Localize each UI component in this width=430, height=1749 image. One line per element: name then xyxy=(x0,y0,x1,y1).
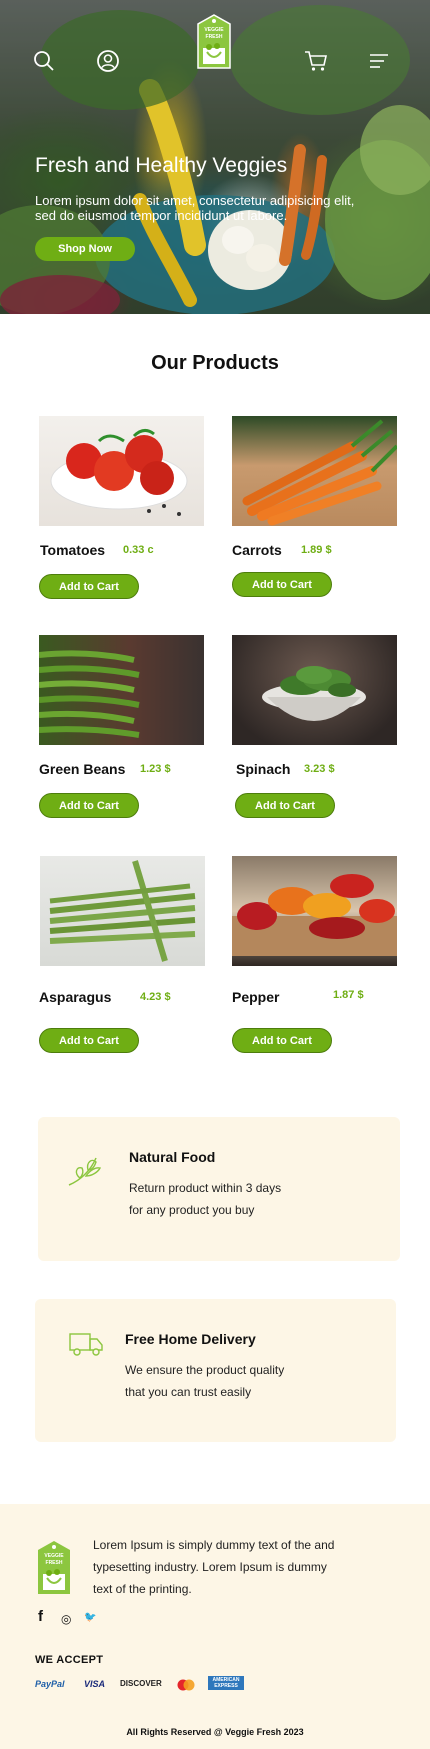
user-icon[interactable] xyxy=(93,46,123,76)
shop-now-button[interactable]: Shop Now xyxy=(35,237,135,261)
veggie-fresh-logo[interactable]: VEGGIE FRESH xyxy=(195,14,233,70)
twitter-icon[interactable]: 🐦 xyxy=(84,1612,96,1623)
pepper-image xyxy=(232,856,397,966)
feature-text-line1: Return product within 3 days xyxy=(129,1181,282,1195)
feature-title: Free Home Delivery xyxy=(125,1331,256,1347)
product-price: 4.23 $ xyxy=(140,991,171,1003)
product-price: 1.87 $ xyxy=(333,989,364,1001)
menu-icon[interactable] xyxy=(364,46,394,76)
cart-icon[interactable] xyxy=(301,46,331,76)
footer: VEGGIE FRESH Lorem Ipsum is simply dummy… xyxy=(0,1504,430,1749)
products-section-title: Our Products xyxy=(151,352,279,374)
feature-title: Natural Food xyxy=(129,1149,216,1165)
feature-card-free-delivery: Free Home Delivery We ensure the product… xyxy=(35,1299,396,1442)
product-price: 3.23 $ xyxy=(304,763,335,775)
product-name: Green Beans xyxy=(39,761,126,777)
product-price: 1.23 $ xyxy=(140,763,171,775)
asparagus-image xyxy=(40,856,205,966)
add-to-cart-button[interactable]: Add to Cart xyxy=(232,1028,332,1053)
delivery-truck-icon xyxy=(68,1329,104,1364)
search-icon[interactable] xyxy=(29,46,59,76)
logo-text-line1: VEGGIE xyxy=(204,27,224,33)
tomatoes-image xyxy=(39,416,204,526)
visa-logo: VISA xyxy=(84,1679,106,1689)
logo-text-line2: FRESH xyxy=(205,34,223,40)
footer-description: Lorem Ipsum is simply dummy text of the … xyxy=(93,1538,335,1596)
feature-text-line2: for any product you buy xyxy=(129,1203,255,1217)
instagram-icon[interactable]: ◎ xyxy=(61,1612,71,1626)
green-beans-image xyxy=(39,635,204,745)
leaf-icon xyxy=(66,1150,106,1195)
add-to-cart-button[interactable]: Add to Cart xyxy=(232,572,332,597)
amex-logo: AMERICAN EXPRESS xyxy=(208,1676,244,1690)
add-to-cart-button[interactable]: Add to Cart xyxy=(235,793,335,818)
hero-description: Lorem ipsum dolor sit amet, consectetur … xyxy=(35,193,355,223)
product-price: 1.89 $ xyxy=(301,544,332,556)
footer-logo[interactable]: VEGGIE FRESH xyxy=(35,1540,73,1596)
footer-logo-text-line2: FRESH xyxy=(45,1560,63,1566)
product-name: Carrots xyxy=(232,542,282,558)
product-price: 0.33 c xyxy=(123,544,154,556)
carrots-image xyxy=(232,416,397,526)
copyright-text: All Rights Reserved @ Veggie Fresh 2023 xyxy=(126,1727,304,1737)
facebook-icon[interactable]: f xyxy=(38,1608,43,1625)
add-to-cart-button[interactable]: Add to Cart xyxy=(39,574,139,599)
paypal-logo: PayPal xyxy=(35,1679,65,1689)
feature-card-natural-food: Natural Food Return product within 3 day… xyxy=(38,1117,400,1261)
add-to-cart-button[interactable]: Add to Cart xyxy=(39,793,139,818)
hero-banner: VEGGIE FRESH Fresh and Healthy Veggies L… xyxy=(0,0,430,314)
feature-text-line1: We ensure the product quality xyxy=(125,1363,285,1377)
spinach-image xyxy=(232,635,397,745)
hero-title: Fresh and Healthy Veggies xyxy=(35,154,288,177)
product-name: Spinach xyxy=(236,761,291,777)
discover-logo: DISCOVER xyxy=(120,1679,162,1688)
add-to-cart-button[interactable]: Add to Cart xyxy=(39,1028,139,1053)
we-accept-label: WE ACCEPT xyxy=(35,1654,104,1666)
footer-logo-text-line1: VEGGIE xyxy=(44,1553,64,1559)
product-name: Tomatoes xyxy=(40,542,106,558)
product-name: Asparagus xyxy=(39,989,112,1005)
mastercard-logo xyxy=(176,1678,196,1691)
feature-text-line2: that you can trust easily xyxy=(125,1385,252,1399)
product-name: Pepper xyxy=(232,989,280,1005)
